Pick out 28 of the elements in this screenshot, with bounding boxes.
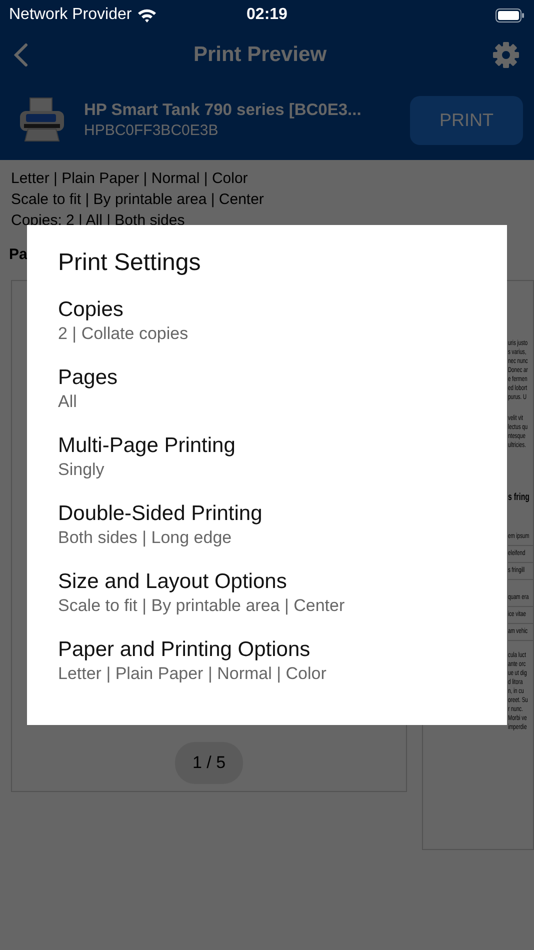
setting-value: Singly xyxy=(58,459,106,481)
setting-label[interactable]: Paper and Printing Options xyxy=(58,637,476,663)
setting-value: Scale to fit | By printable area | Center xyxy=(58,595,346,617)
printer-id: HPBC0FF3BC0E3B xyxy=(84,122,220,139)
settings-icon[interactable] xyxy=(492,41,520,69)
settings-summary: Scale to fit | By printable area | Center xyxy=(11,190,265,210)
setting-value: All xyxy=(58,391,78,413)
dialog-title: Print Settings xyxy=(58,249,202,277)
setting-label[interactable]: Double-Sided Printing xyxy=(58,501,476,527)
setting-label[interactable]: Copies xyxy=(58,297,476,323)
setting-label[interactable]: Size and Layout Options xyxy=(58,569,476,595)
setting-value: 2 | Collate copies xyxy=(58,323,190,345)
setting-value: Both sides | Long edge xyxy=(58,527,233,549)
clock-time: 02:19 xyxy=(246,6,288,24)
document-heading: s fring xyxy=(508,492,530,503)
battery-icon xyxy=(495,8,525,22)
setting-label[interactable]: Multi-Page Printing xyxy=(58,433,476,459)
setting-label[interactable]: Pages xyxy=(58,365,476,391)
back-icon[interactable] xyxy=(14,43,28,67)
wifi-icon xyxy=(136,8,157,22)
setting-value: Letter | Plain Paper | Normal | Color xyxy=(58,663,328,685)
section-label: Pa xyxy=(8,245,28,265)
carrier-name: Network Provider xyxy=(9,6,132,24)
screen-title: Print Preview xyxy=(192,43,328,67)
settings-summary: Letter | Plain Paper | Normal | Color xyxy=(11,169,249,189)
printer-name: HP Smart Tank 790 series [BC0E3... xyxy=(84,101,362,120)
printer-icon xyxy=(18,97,66,143)
page-counter: 1 / 5 xyxy=(175,742,243,784)
